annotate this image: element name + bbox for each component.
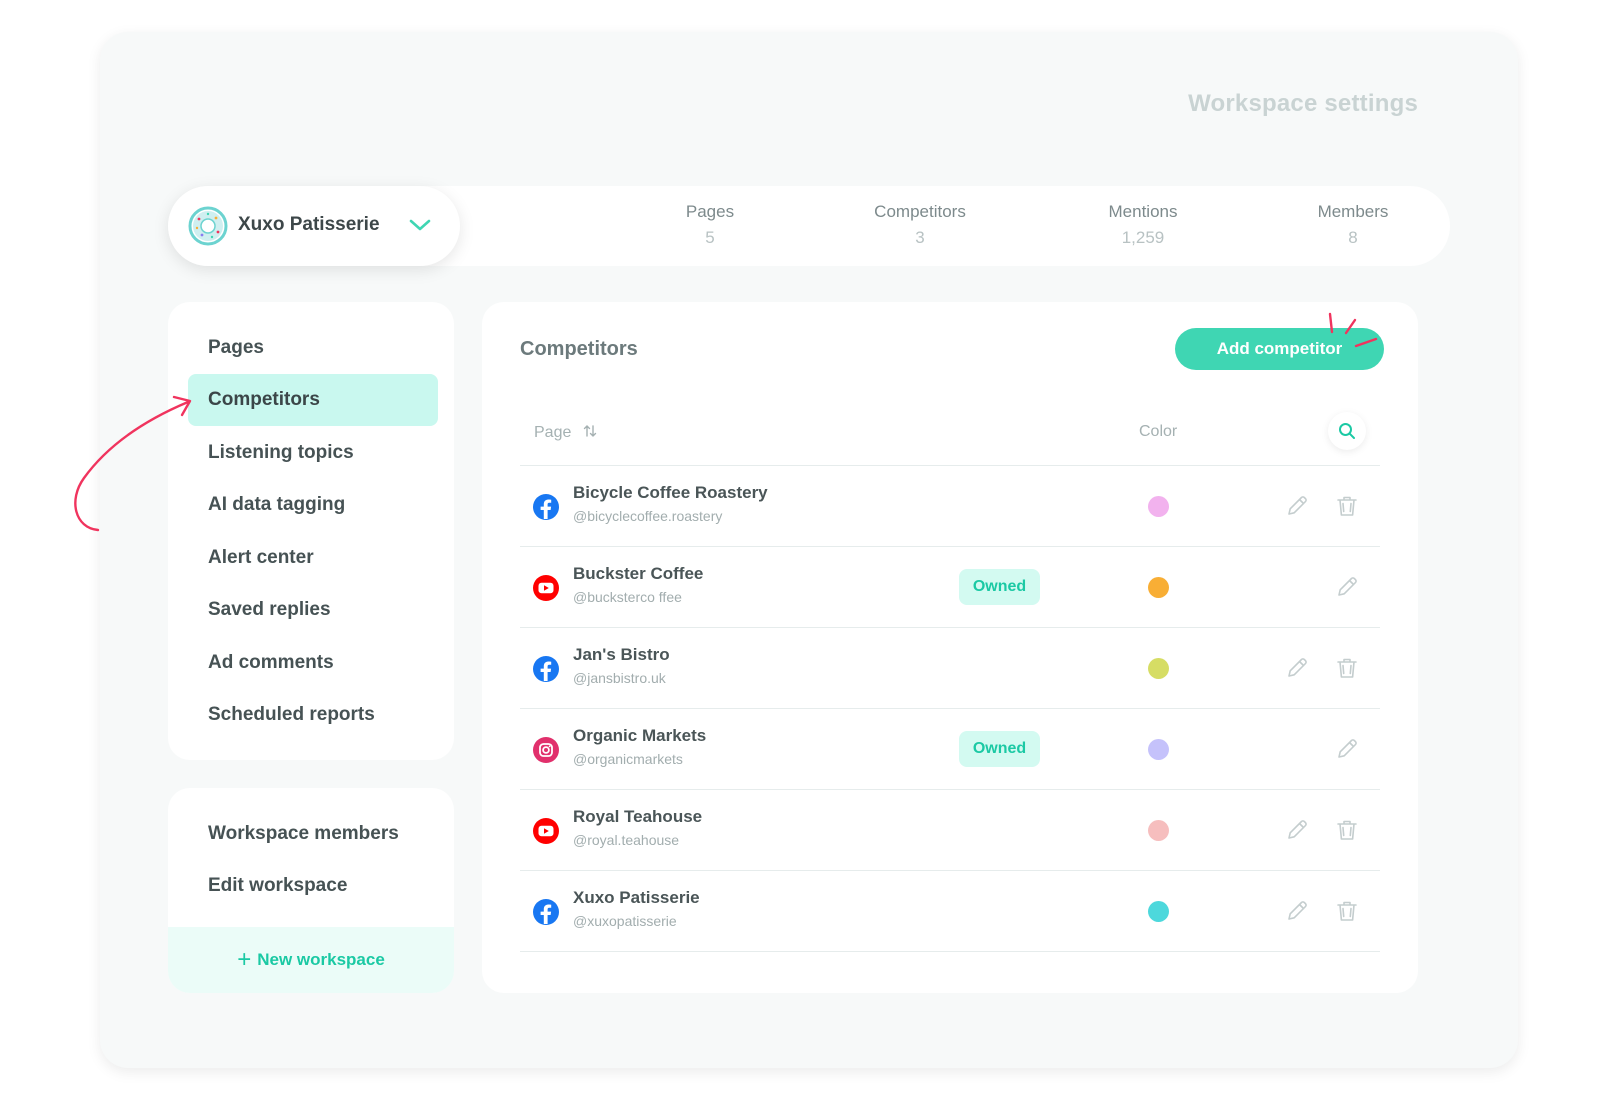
plus-icon: + bbox=[237, 946, 252, 973]
stat-pages: Pages 5 bbox=[620, 202, 800, 248]
color-swatch[interactable] bbox=[1148, 901, 1169, 922]
panel-title: Competitors bbox=[520, 338, 638, 360]
table-row[interactable]: Royal Teahouse @royal.teahouse bbox=[520, 790, 1380, 871]
page-handle: @xuxopatisserie bbox=[573, 913, 677, 929]
search-button[interactable] bbox=[1328, 412, 1366, 450]
page-handle: @jansbistro.uk bbox=[573, 670, 666, 686]
trash-icon[interactable] bbox=[1332, 815, 1362, 845]
page-name: Bicycle Coffee Roastery bbox=[573, 483, 768, 502]
pencil-icon[interactable] bbox=[1332, 572, 1362, 602]
sidebar-item-pages[interactable]: Pages bbox=[188, 322, 438, 374]
pencil-icon[interactable] bbox=[1282, 653, 1312, 683]
color-swatch[interactable] bbox=[1148, 739, 1169, 760]
sidebar-item-edit-workspace[interactable]: Edit workspace bbox=[188, 860, 438, 912]
stat-value: 8 bbox=[1348, 228, 1358, 247]
column-header-page[interactable]: Page bbox=[534, 423, 598, 442]
donut-logo-icon bbox=[188, 206, 228, 246]
sidebar-item-workspace-members[interactable]: Workspace members bbox=[188, 808, 438, 860]
sidebar-item-ai-data-tagging[interactable]: AI data tagging bbox=[188, 479, 438, 531]
sidebar-secondary: Workspace members Edit workspace + New wo… bbox=[168, 788, 454, 993]
trash-icon[interactable] bbox=[1332, 896, 1362, 926]
stat-mentions: Mentions 1,259 bbox=[1053, 202, 1233, 248]
color-swatch[interactable] bbox=[1148, 820, 1169, 841]
owned-badge: Owned bbox=[959, 569, 1040, 605]
stat-competitors: Competitors 3 bbox=[830, 202, 1010, 248]
facebook-icon bbox=[533, 494, 559, 520]
youtube-icon bbox=[533, 818, 559, 844]
sidebar-item-alert-center[interactable]: Alert center bbox=[188, 532, 438, 584]
sidebar-item-listening-topics[interactable]: Listening topics bbox=[188, 427, 438, 479]
page-handle: @bicyclecoffee.roastery bbox=[573, 508, 723, 524]
stat-value: 1,259 bbox=[1121, 228, 1165, 247]
stat-value: 3 bbox=[915, 228, 925, 247]
search-icon bbox=[1339, 423, 1355, 439]
column-header-label: Page bbox=[534, 424, 572, 441]
pencil-icon[interactable] bbox=[1282, 491, 1312, 521]
stat-label: Members bbox=[1317, 202, 1389, 221]
table-row[interactable]: Jan's Bistro @jansbistro.uk bbox=[520, 628, 1380, 709]
youtube-icon bbox=[533, 575, 559, 601]
sidebar-item-ad-comments[interactable]: Ad comments bbox=[188, 637, 438, 689]
owned-badge: Owned bbox=[959, 731, 1040, 767]
stat-label: Pages bbox=[685, 202, 735, 221]
page-handle: @organicmarkets bbox=[573, 751, 683, 767]
sidebar-item-competitors[interactable]: Competitors bbox=[188, 374, 438, 426]
column-header-color: Color bbox=[1139, 423, 1178, 440]
stat-label: Competitors bbox=[874, 202, 966, 221]
competitors-panel: Competitors Add competitor Page Color Bi… bbox=[482, 302, 1418, 993]
color-swatch[interactable] bbox=[1148, 658, 1169, 679]
table-row[interactable]: Buckster Coffee @bucksterco ffee Owned bbox=[520, 547, 1380, 628]
new-workspace-button[interactable]: + New workspace bbox=[168, 927, 454, 993]
trash-icon[interactable] bbox=[1332, 491, 1362, 521]
add-competitor-button[interactable]: Add competitor bbox=[1175, 328, 1384, 370]
workspace-name: Xuxo Patisserie bbox=[238, 214, 380, 235]
table-row[interactable]: Organic Markets @organicmarkets Owned bbox=[520, 709, 1380, 790]
page-handle: @bucksterco ffee bbox=[573, 589, 682, 605]
stat-label: Mentions bbox=[1108, 202, 1178, 221]
stat-value: 5 bbox=[705, 228, 715, 247]
new-workspace-label: New workspace bbox=[257, 950, 385, 969]
settings-window: Workspace settings Pages 5 Competitors 3… bbox=[100, 32, 1518, 1068]
page-name: Royal Teahouse bbox=[573, 807, 703, 826]
sidebar-primary: Pages Competitors Listening topics AI da… bbox=[168, 302, 454, 760]
pencil-icon[interactable] bbox=[1282, 815, 1312, 845]
page-name: Jan's Bistro bbox=[573, 645, 670, 664]
page-name: Xuxo Patisserie bbox=[573, 888, 700, 907]
instagram-icon bbox=[533, 737, 559, 763]
pencil-icon[interactable] bbox=[1332, 734, 1362, 764]
color-swatch[interactable] bbox=[1148, 577, 1169, 598]
table-row[interactable]: Bicycle Coffee Roastery @bicyclecoffee.ro… bbox=[520, 466, 1380, 547]
trash-icon[interactable] bbox=[1332, 653, 1362, 683]
facebook-icon bbox=[533, 899, 559, 925]
sort-icon bbox=[583, 425, 597, 437]
chevron-down-icon[interactable] bbox=[408, 216, 432, 234]
page-name: Organic Markets bbox=[573, 726, 707, 745]
color-swatch[interactable] bbox=[1148, 496, 1169, 517]
workspace-switcher[interactable]: Xuxo Patisserie bbox=[168, 186, 460, 266]
page-title: Workspace settings bbox=[1188, 90, 1418, 117]
sidebar-item-saved-replies[interactable]: Saved replies bbox=[188, 584, 438, 636]
sidebar-item-scheduled-reports[interactable]: Scheduled reports bbox=[188, 689, 438, 741]
page-handle: @royal.teahouse bbox=[573, 832, 680, 848]
facebook-icon bbox=[533, 656, 559, 682]
table-row[interactable]: Xuxo Patisserie @xuxopatisserie bbox=[520, 871, 1380, 952]
stat-members: Members 8 bbox=[1263, 202, 1443, 248]
page-name: Buckster Coffee bbox=[573, 564, 704, 583]
pencil-icon[interactable] bbox=[1282, 896, 1312, 926]
